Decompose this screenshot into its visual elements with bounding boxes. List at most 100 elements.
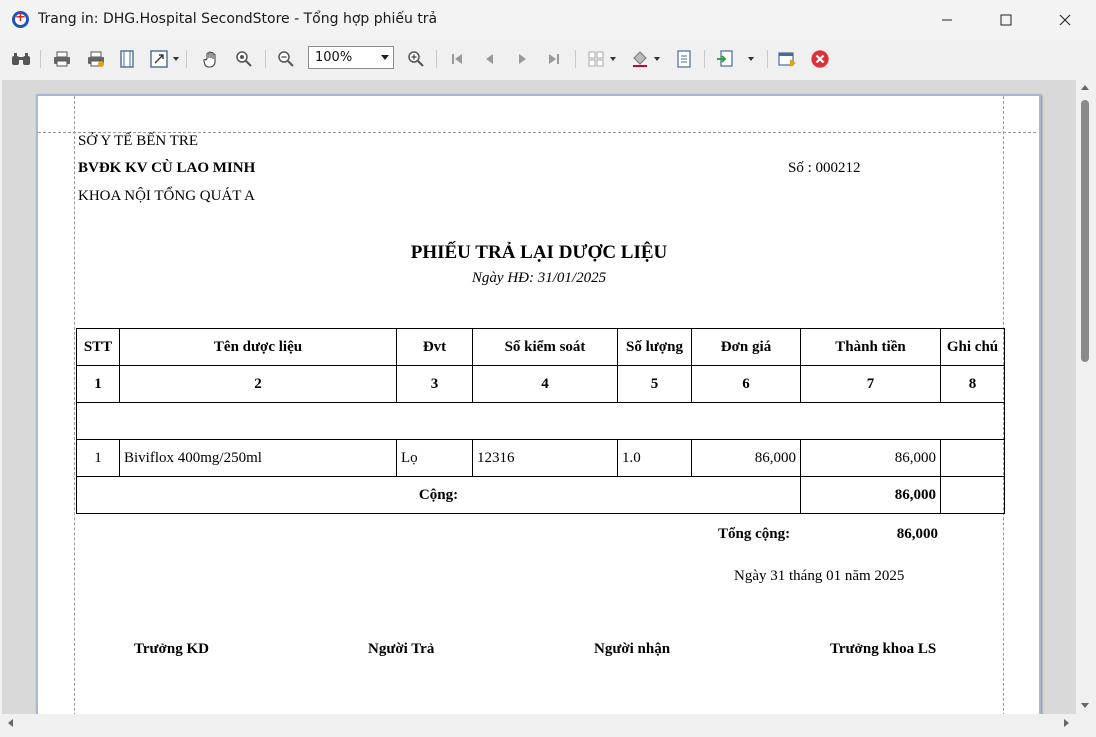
- subtotal-value: 86,000: [800, 476, 941, 514]
- table-group-row: [76, 402, 1005, 440]
- previous-page-button[interactable]: [479, 48, 501, 70]
- close-circle-icon: [810, 49, 830, 69]
- returns-table: STT Tên dược liệu Đvt Số kiểm soát Số lư…: [76, 328, 1005, 514]
- watermark-button[interactable]: [673, 48, 695, 70]
- zoom-out-icon: [278, 51, 294, 67]
- col-number: 6: [691, 365, 801, 403]
- send-file-button[interactable]: [777, 48, 799, 70]
- col-number: 4: [472, 365, 618, 403]
- scroll-right-icon[interactable]: [1064, 719, 1069, 727]
- scroll-left-icon[interactable]: [8, 719, 13, 727]
- table-number-row: 1 2 3 4 5 6 7 8: [76, 365, 1005, 403]
- quick-print-button[interactable]: [85, 48, 107, 70]
- title-bar: Trang in: DHG.Hospital SecondStore - Tổn…: [0, 0, 1096, 40]
- hand-tool-button[interactable]: [200, 48, 222, 70]
- subtotal-row: Cộng: 86,000: [76, 476, 1005, 514]
- printer-icon: [54, 51, 70, 67]
- maximize-icon: [1000, 14, 1012, 26]
- cell-note: [940, 439, 1005, 477]
- signer-returner: Người Trả: [368, 641, 435, 657]
- next-page-icon: [519, 54, 526, 64]
- app-logo-icon: [12, 10, 29, 28]
- magnifier-icon: [236, 51, 252, 67]
- multiple-pages-dropdown-icon[interactable]: [610, 57, 616, 61]
- cell-control-no: 12316: [472, 439, 618, 477]
- quick-print-icon: [88, 51, 104, 67]
- col-number: 8: [940, 365, 1005, 403]
- signer-head-pharmacy: Trưởng KD: [134, 641, 209, 657]
- maximize-button[interactable]: [977, 0, 1035, 40]
- cell-unit: Lọ: [396, 439, 473, 477]
- document-icon: [677, 50, 691, 68]
- signer-receiver: Người nhận: [594, 641, 671, 657]
- window-title: Trang in: DHG.Hospital SecondStore - Tổn…: [38, 11, 438, 27]
- table-row: 1 Biviflox 400mg/250ml Lọ 12316 1.0 86,0…: [76, 439, 1005, 477]
- next-page-button[interactable]: [511, 48, 533, 70]
- subtotal-label: Cộng:: [76, 476, 801, 514]
- zoom-in-button[interactable]: [405, 48, 427, 70]
- cell-amount: 86,000: [800, 439, 941, 477]
- col-number: 7: [800, 365, 941, 403]
- zoom-dropdown-icon[interactable]: [381, 55, 389, 60]
- col-number: 1: [76, 365, 120, 403]
- minimize-icon: [942, 19, 952, 21]
- scroll-down-icon[interactable]: [1081, 703, 1089, 708]
- zoom-in-icon: [408, 51, 424, 67]
- page-color-dropdown-icon[interactable]: [654, 57, 660, 61]
- hand-icon: [203, 51, 216, 68]
- print-preview-area[interactable]: SỞ Y TẾ BẾN TRE BVĐK KV CÙ LAO MINH KHOA…: [2, 80, 1076, 714]
- org-hospital: BVĐK KV CÙ LAO MINH: [78, 160, 256, 176]
- last-page-icon: [549, 54, 559, 64]
- total-label: Tổng cộng:: [718, 526, 791, 542]
- org-ward: KHOA NỘI TỔNG QUÁT A: [78, 188, 255, 204]
- col-stt: STT: [76, 328, 120, 366]
- col-unit-price: Đơn giá: [691, 328, 801, 366]
- col-name: Tên dược liệu: [119, 328, 397, 366]
- signer-head-ward: Trưởng khoa LS: [830, 641, 937, 657]
- magnifier-button[interactable]: [233, 48, 255, 70]
- close-icon: [1059, 14, 1071, 26]
- report-page: SỞ Y TẾ BẾN TRE BVĐK KV CÙ LAO MINH KHOA…: [38, 96, 1036, 714]
- zoom-select[interactable]: 100%: [308, 46, 394, 69]
- last-page-button[interactable]: [543, 48, 565, 70]
- col-note: Ghi chú: [940, 328, 1005, 366]
- toolbar: [0, 40, 1096, 78]
- close-preview-button[interactable]: [809, 48, 831, 70]
- horizontal-scrollbar[interactable]: [2, 714, 1076, 732]
- col-number: 5: [617, 365, 692, 403]
- multiple-pages-icon: [588, 51, 604, 67]
- col-number: 2: [119, 365, 397, 403]
- multiple-pages-button[interactable]: [585, 48, 607, 70]
- page-setup-button[interactable]: [116, 48, 138, 70]
- col-amount: Thành tiền: [800, 328, 941, 366]
- table-header-row: STT Tên dược liệu Đvt Số kiểm soát Số lư…: [76, 328, 1005, 366]
- close-button[interactable]: [1036, 0, 1094, 40]
- col-control-no: Số kiểm soát: [472, 328, 618, 366]
- mail-export-icon: [778, 52, 796, 67]
- first-page-icon: [452, 54, 462, 64]
- page-color-button[interactable]: [629, 48, 651, 70]
- sign-date: Ngày 31 tháng 01 năm 2025: [734, 568, 905, 584]
- cell-stt: 1: [76, 439, 120, 477]
- vertical-scroll-thumb[interactable]: [1081, 100, 1089, 362]
- export-dropdown-icon[interactable]: [748, 57, 754, 61]
- scale-button[interactable]: [148, 48, 170, 70]
- cell-name: Biviflox 400mg/250ml: [119, 439, 397, 477]
- export-icon: [717, 50, 733, 67]
- org-department: SỞ Y TẾ BẾN TRE: [78, 133, 199, 149]
- print-button[interactable]: [51, 48, 73, 70]
- first-page-button[interactable]: [446, 48, 468, 70]
- zoom-out-button[interactable]: [275, 48, 297, 70]
- col-number: 3: [396, 365, 473, 403]
- document-number: Số : 000212: [788, 160, 861, 176]
- find-button[interactable]: [10, 48, 32, 70]
- minimize-button[interactable]: [918, 0, 976, 40]
- export-button[interactable]: [714, 48, 736, 70]
- report-date: Ngày HĐ: 31/01/2025: [471, 270, 607, 286]
- vertical-scrollbar[interactable]: [1076, 80, 1094, 714]
- scroll-up-icon[interactable]: [1081, 85, 1089, 90]
- zoom-value: 100%: [315, 50, 353, 65]
- scale-dropdown-icon[interactable]: [173, 57, 179, 61]
- paint-bucket-icon: [633, 51, 647, 67]
- total-value: 86,000: [896, 526, 938, 542]
